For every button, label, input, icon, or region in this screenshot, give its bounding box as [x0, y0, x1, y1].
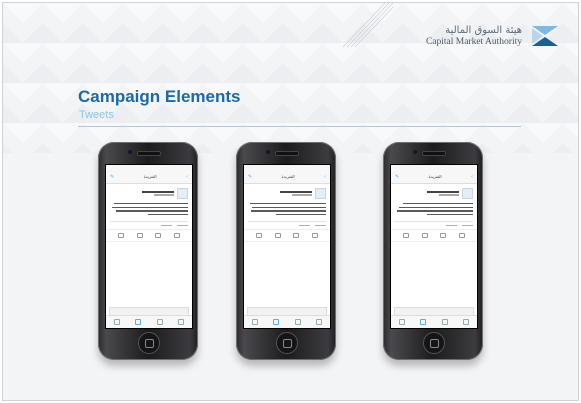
reply-icon[interactable] [256, 233, 263, 239]
tweet-header [244, 184, 330, 201]
account-name [427, 191, 459, 193]
tweet-text [391, 201, 477, 217]
slide: هيئة السوق المالية Capital Market Author… [2, 2, 579, 401]
logo-text: هيئة السوق المالية Capital Market Author… [426, 25, 522, 47]
account-handle [292, 194, 312, 196]
phone-mockup-1: ✎ التغريدة ‹ [98, 142, 198, 360]
title-divider [78, 126, 521, 127]
like-icon[interactable] [440, 233, 447, 239]
retweet-icon[interactable] [421, 233, 428, 239]
phone-screen: ✎ التغريدة ‹ [243, 164, 331, 329]
messages-tab-icon[interactable] [156, 319, 163, 325]
account-name [142, 191, 174, 193]
tweet-stats [244, 222, 330, 229]
profile-tab-icon[interactable] [463, 319, 470, 325]
reply-icon[interactable] [118, 233, 125, 239]
cma-logo: هيئة السوق المالية Capital Market Author… [426, 25, 558, 47]
messages-tab-icon[interactable] [441, 319, 448, 325]
avatar [462, 188, 473, 199]
compose-icon: ✎ [110, 173, 115, 180]
compose-icon: ✎ [395, 173, 400, 180]
tweet-actions [106, 229, 192, 243]
like-icon[interactable] [293, 233, 300, 239]
reply-icon[interactable] [403, 233, 410, 239]
profile-tab-icon[interactable] [178, 319, 185, 325]
speaker-grille [422, 151, 446, 156]
back-icon: ‹ [471, 173, 473, 180]
tweet-stats [391, 222, 477, 229]
like-icon[interactable] [155, 233, 162, 239]
share-icon[interactable] [458, 233, 465, 239]
account-name [280, 191, 312, 193]
tweet-navbar: ✎ التغريدة ‹ [106, 170, 192, 184]
retweet-icon[interactable] [274, 233, 281, 239]
page-subtitle: Tweets [79, 109, 114, 121]
home-tab-icon[interactable] [113, 319, 120, 325]
avatar [177, 188, 188, 199]
phone-mockup-2: ✎ التغريدة ‹ [236, 142, 336, 360]
compose-icon: ✎ [248, 173, 253, 180]
tweet-stats [106, 222, 192, 229]
notifications-tab-icon[interactable] [420, 319, 427, 325]
account-handle [154, 194, 174, 196]
phone-mockup-3: ✎ التغريدة ‹ [383, 142, 483, 360]
home-tab-icon[interactable] [398, 319, 405, 325]
page-title: Campaign Elements [78, 87, 241, 106]
share-icon[interactable] [311, 233, 318, 239]
nav-title: التغريدة [428, 174, 442, 179]
speaker-grille [137, 151, 161, 156]
tab-bar [244, 315, 330, 328]
messages-tab-icon[interactable] [294, 319, 301, 325]
share-icon[interactable] [173, 233, 180, 239]
cma-emblem-icon [532, 26, 558, 46]
notifications-tab-icon[interactable] [135, 319, 142, 325]
decorative-lines [342, 3, 393, 48]
account-handle [439, 194, 459, 196]
notifications-tab-icon[interactable] [273, 319, 280, 325]
home-tab-icon[interactable] [251, 319, 258, 325]
front-camera-icon [413, 150, 417, 154]
phone-screen: ✎ التغريدة ‹ [390, 164, 478, 329]
tab-bar [391, 315, 477, 328]
logo-english: Capital Market Authority [425, 37, 522, 47]
logo-arabic: هيئة السوق المالية [445, 25, 522, 36]
tweet-actions [391, 229, 477, 243]
home-button[interactable] [276, 332, 298, 354]
nav-title: التغريدة [281, 174, 295, 179]
tweet-navbar: ✎ التغريدة ‹ [391, 170, 477, 184]
home-button[interactable] [138, 332, 160, 354]
tab-bar [106, 315, 192, 328]
tweet-header [391, 184, 477, 201]
front-camera-icon [266, 150, 270, 154]
back-icon: ‹ [324, 173, 326, 180]
avatar [315, 188, 326, 199]
back-icon: ‹ [186, 173, 188, 180]
tweet-navbar: ✎ التغريدة ‹ [244, 170, 330, 184]
retweet-icon[interactable] [136, 233, 143, 239]
tweet-text [244, 201, 330, 217]
front-camera-icon [128, 150, 132, 154]
tweet-text [106, 201, 192, 217]
tweet-header [106, 184, 192, 201]
home-button[interactable] [423, 332, 445, 354]
speaker-grille [275, 151, 299, 156]
phone-screen: ✎ التغريدة ‹ [105, 164, 193, 329]
nav-title: التغريدة [143, 174, 157, 179]
profile-tab-icon[interactable] [316, 319, 323, 325]
tweet-actions [244, 229, 330, 243]
